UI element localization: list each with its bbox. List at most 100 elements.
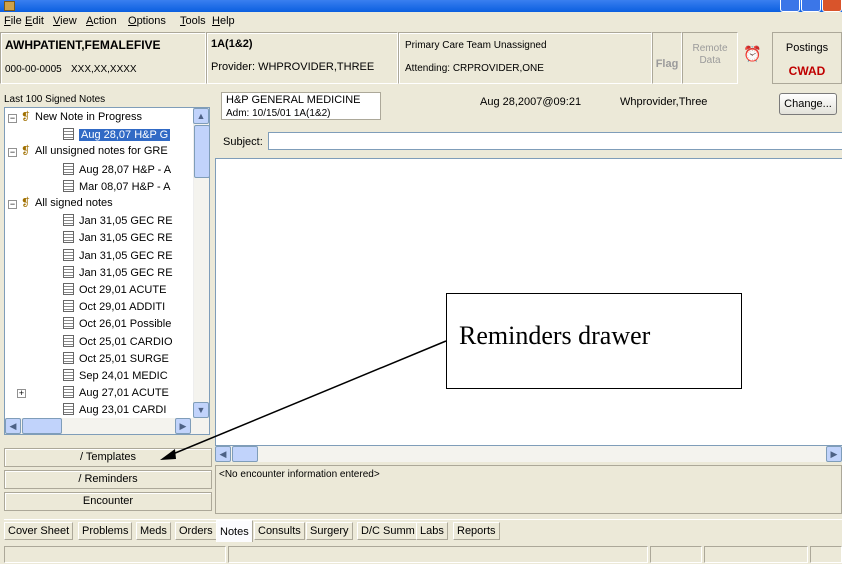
collapse-icon[interactable]: −	[8, 200, 17, 209]
menu-options[interactable]: Options	[128, 15, 166, 27]
tree-item-label: Aug 28,07 H&P G	[79, 129, 171, 142]
editor-horizontal-scrollbar[interactable]: ◀ ▶	[215, 446, 842, 462]
tab-cover-sheet[interactable]: Cover Sheet	[4, 522, 74, 540]
note-document-icon	[63, 128, 74, 141]
tree-note-item[interactable]: Jan 31,05 GEC RE	[63, 214, 173, 229]
hscroll-thumb[interactable]	[22, 418, 62, 434]
postings-button[interactable]: Postings CWAD	[772, 32, 842, 84]
menu-edit[interactable]: Edit	[25, 15, 44, 27]
tree-item-label: Jan 31,05 GEC RE	[79, 266, 173, 279]
tab-surgery[interactable]: Surgery	[306, 522, 353, 540]
remote-label: Remote	[692, 43, 728, 54]
maximize-button[interactable]	[801, 0, 821, 12]
expand-icon[interactable]: +	[17, 389, 26, 399]
menu-file[interactable]: File	[4, 15, 22, 27]
note-author: Whprovider,Three	[620, 96, 708, 108]
note-group-icon: ❡	[21, 145, 31, 158]
tree-item-label: Oct 29,01 ACUTE	[79, 284, 167, 296]
tree-note-item[interactable]: Oct 25,01 SURGE	[63, 351, 169, 367]
note-document-icon	[63, 369, 74, 381]
tab-dc-summ[interactable]: D/C Summ	[357, 522, 419, 540]
tab-labs[interactable]: Labs	[416, 522, 448, 540]
scroll-down-button[interactable]: ▼	[193, 402, 209, 418]
editor-scroll-right-button[interactable]: ▶	[826, 446, 842, 462]
note-document-icon	[63, 334, 74, 347]
app-icon	[4, 1, 15, 11]
tree-note-item[interactable]: Oct 29,01 ACUTE	[63, 283, 166, 298]
care-team-button[interactable]: Primary Care Team Unassigned Attending: …	[398, 32, 652, 84]
collapse-icon[interactable]: −	[8, 148, 17, 158]
tree-note-item[interactable]: Jan 31,05 GEC RE	[63, 248, 173, 264]
note-header: H&P GENERAL MEDICINE Adm: 10/15/01 1A(1&…	[221, 92, 381, 120]
tree-note-item[interactable]: Jan 31,05 GEC RE	[63, 265, 173, 281]
scroll-right-button[interactable]: ▶	[175, 418, 191, 434]
patient-name: AWHPATIENT,FEMALEFIVE	[5, 38, 161, 52]
tree-vertical-scrollbar[interactable]: ▲ ▼	[193, 108, 209, 418]
collapse-icon[interactable]: −	[8, 114, 17, 123]
encounter-drawer-button[interactable]: Encounter	[4, 492, 212, 511]
tree-group[interactable]: − ❡ All signed notes	[8, 197, 113, 212]
note-document-icon	[63, 231, 74, 244]
note-admission: Adm: 10/15/01 1A(1&2)	[226, 108, 331, 119]
editor-scroll-left-button[interactable]: ◀	[215, 446, 231, 462]
tree-horizontal-scrollbar[interactable]: ◀ ▶	[5, 418, 209, 434]
editor-scroll-thumb[interactable]	[232, 446, 258, 462]
subject-input[interactable]	[268, 132, 842, 150]
tree-note-item[interactable]: Jan 31,05 GEC RE	[63, 231, 173, 246]
status-cell-4	[704, 546, 808, 563]
tab-orders[interactable]: Orders	[175, 522, 217, 540]
tree-item-label: Jan 31,05 GEC RE	[79, 215, 173, 228]
tab-meds[interactable]: Meds	[136, 522, 171, 540]
tree-note-item[interactable]: Oct 25,01 CARDIO	[63, 334, 173, 350]
templates-drawer-button[interactable]: / Templates	[4, 448, 212, 467]
tab-problems[interactable]: Problems	[78, 522, 133, 540]
encounter-info-panel: <No encounter information entered>	[215, 465, 842, 514]
tab-notes[interactable]: Notes	[216, 520, 253, 542]
tab-consults[interactable]: Consults	[254, 522, 305, 540]
tree-item-label: Jan 31,05 GEC RE	[79, 232, 173, 245]
tree-item-label: Jan 31,05 GEC RE	[79, 249, 173, 262]
tree-note-item[interactable]: Oct 29,01 ADDITI	[63, 300, 165, 315]
note-document-icon	[63, 162, 74, 175]
note-document-icon	[63, 300, 74, 313]
flag-button[interactable]: Flag	[652, 32, 682, 84]
status-cell-2	[228, 546, 648, 563]
tree-note-item[interactable]: Oct 26,01 Possible	[63, 317, 171, 332]
reminders-drawer-button[interactable]: / Reminders	[4, 470, 212, 489]
note-document-icon	[63, 386, 74, 399]
tree-group[interactable]: − ❡ New Note in Progress	[8, 111, 142, 126]
tree-note-item[interactable]: Aug 28,07 H&P G	[63, 128, 171, 143]
subject-label: Subject:	[223, 136, 263, 148]
change-button[interactable]: Change...	[779, 93, 837, 115]
postings-code: CWAD	[788, 64, 826, 78]
minimize-button[interactable]	[780, 0, 800, 12]
note-document-icon	[63, 265, 74, 278]
scroll-left-button[interactable]: ◀	[5, 418, 21, 434]
tree-note-item[interactable]: Mar 08,07 H&P - A	[63, 179, 171, 195]
note-document-icon	[63, 248, 74, 261]
menu-view[interactable]: View	[53, 15, 77, 27]
note-document-icon	[63, 283, 74, 295]
scroll-up-button[interactable]: ▲	[193, 108, 209, 124]
menu-tools[interactable]: Tools	[180, 15, 206, 27]
tree-item-label: Oct 25,01 CARDIO	[79, 335, 173, 348]
location-button[interactable]: 1A(1&2) Provider: WHPROVIDER,THREE	[206, 32, 398, 84]
tree-note-item[interactable]: Aug 28,07 H&P - A	[63, 162, 172, 178]
scroll-thumb[interactable]	[194, 125, 209, 178]
menu-help[interactable]: Help	[212, 15, 235, 27]
menu-action[interactable]: Action	[86, 15, 117, 27]
patient-info-button[interactable]: AWHPATIENT,FEMALEFIVE 000-00-0005 XXX,XX…	[0, 32, 206, 84]
close-button[interactable]	[822, 0, 842, 12]
tree-note-item[interactable]: Aug 23,01 CARDI	[63, 403, 166, 418]
remote-data-button[interactable]: Remote Data	[682, 32, 738, 84]
note-group-icon: ❡	[21, 111, 31, 123]
tab-reports[interactable]: Reports	[453, 522, 500, 540]
tree-item-label: Aug 28,07 H&P - A	[79, 163, 172, 176]
tree-item-label: Aug 23,01 CARDI	[79, 404, 167, 417]
tree-note-item[interactable]: + Aug 27,01 ACUTE	[17, 386, 169, 401]
reminder-clock-icon[interactable]: ⏰	[743, 46, 762, 64]
notes-tree[interactable]: − ❡ New Note in Progress Aug 28,07 H&P G − ❡ A…	[4, 107, 210, 435]
tree-group[interactable]: − ❡ All unsigned notes for GRE	[8, 145, 168, 160]
note-date: Aug 28,2007@09:21	[480, 96, 582, 108]
tree-note-item[interactable]: Sep 24,01 MEDIC	[63, 369, 168, 384]
